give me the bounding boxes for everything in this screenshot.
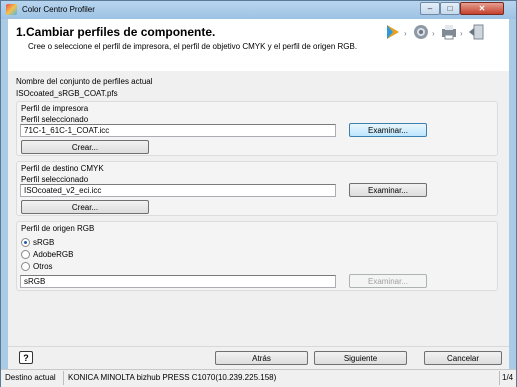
next-button[interactable]: Siguiente [314, 351, 407, 365]
radio-srgb[interactable] [21, 238, 30, 247]
step-icons: › › › [384, 23, 504, 43]
cancel-button[interactable]: Cancelar [424, 351, 502, 365]
wizard-header: 1.Cambiar perfiles de componente. Cree o… [8, 19, 509, 72]
status-divider [63, 371, 64, 385]
printer-selected-label: Perfil seleccionado [21, 115, 89, 124]
rgb-profile-field[interactable]: sRGB [20, 275, 336, 288]
step-arrow: › [432, 29, 435, 38]
radio-otros[interactable] [21, 262, 30, 271]
radio-srgb-label[interactable]: sRGB [33, 238, 54, 247]
printer-icon [442, 25, 456, 40]
play-icon [387, 25, 399, 39]
printer-profile-heading: Perfil de impresora [21, 104, 89, 113]
step-arrow: › [460, 29, 463, 38]
radio-otros-label[interactable]: Otros [33, 262, 53, 271]
printer-browse-button[interactable]: Examinar... [349, 123, 427, 137]
rgb-profile-group: Perfil de origen RGB sRGB AdobeRGB Otros… [16, 221, 498, 291]
export-icon [469, 24, 484, 40]
profile-set-label: Nombre del conjunto de perfiles actual [16, 77, 153, 86]
status-label: Destino actual [5, 373, 56, 382]
cmyk-browse-button[interactable]: Examinar... [349, 183, 427, 197]
main-content: Nombre del conjunto de perfiles actual I… [8, 71, 509, 346]
cmyk-profile-heading: Perfil de destino CMYK [21, 164, 104, 173]
cmyk-profile-group: Perfil de destino CMYK Perfil selecciona… [16, 161, 498, 216]
minimize-button[interactable]: – [420, 2, 440, 15]
step-title: 1.Cambiar perfiles de componente. [16, 25, 216, 39]
radio-adobergb[interactable] [21, 250, 30, 259]
step-description: Cree o seleccione el perfil de impresora… [28, 42, 358, 51]
radio-adobergb-label[interactable]: AdobeRGB [33, 250, 73, 259]
rgb-profile-heading: Perfil de origen RGB [21, 224, 95, 233]
window-title: Color Centro Profiler [22, 5, 95, 14]
printer-create-button[interactable]: Crear... [21, 140, 149, 154]
title-bar[interactable]: Color Centro Profiler – □ ✕ [1, 1, 516, 19]
cmyk-selected-label: Perfil seleccionado [21, 175, 89, 184]
printer-profile-field[interactable]: 71C-1_61C-1_COAT.icc [20, 124, 336, 137]
app-window: Color Centro Profiler – □ ✕ 1.Cambiar pe… [0, 0, 517, 387]
help-button[interactable]: ? [19, 351, 33, 364]
footer: ? Atrás Siguiente Cancelar [8, 346, 509, 370]
app-icon [6, 4, 17, 15]
profile-set-value: ISOcoated_sRGB_COAT.pfs [16, 89, 118, 98]
step-arrow: › [404, 29, 407, 38]
status-page: 1/4 [502, 373, 514, 382]
rgb-browse-button[interactable]: Examinar... [349, 274, 427, 288]
back-button[interactable]: Atrás [215, 351, 308, 365]
cmyk-profile-field[interactable]: ISOcoated_v2_eci.icc [20, 184, 336, 197]
status-device: KONICA MINOLTA bizhub PRESS C1070(10.239… [68, 373, 277, 382]
printer-profile-group: Perfil de impresora Perfil seleccionado … [16, 101, 498, 156]
gear-icon [414, 25, 428, 39]
cmyk-create-button[interactable]: Crear... [21, 200, 149, 214]
close-button[interactable]: ✕ [460, 2, 504, 15]
status-bar: Destino actual KONICA MINOLTA bizhub PRE… [1, 369, 516, 387]
status-divider [499, 371, 500, 385]
maximize-button[interactable]: □ [440, 2, 460, 15]
